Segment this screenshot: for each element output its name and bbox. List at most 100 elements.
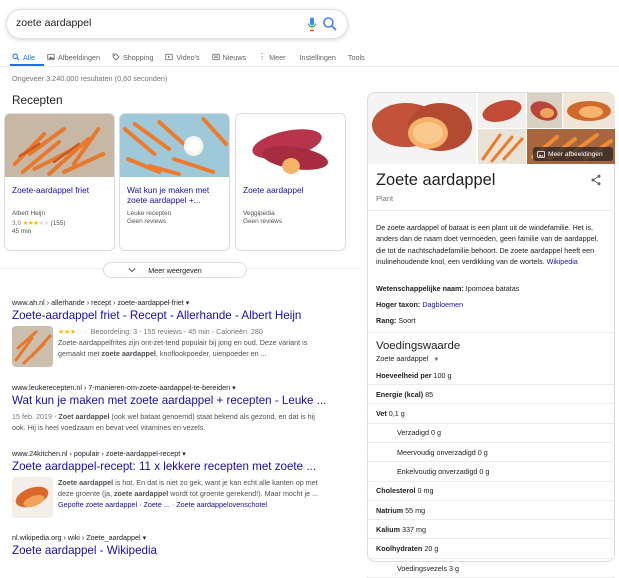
- share-icon[interactable]: [590, 174, 602, 186]
- nutrition-value: 0 g: [477, 447, 488, 457]
- kp-image[interactable]: [527, 93, 562, 128]
- recipe-title[interactable]: Wat kun je maken met zoete aardappel +..…: [127, 185, 223, 205]
- show-more-button[interactable]: Meer weergeven: [103, 262, 247, 278]
- kp-fact: Wetenschappelijke naam: Ipomoea batatas: [376, 284, 520, 293]
- nutrition-label: Enkelvoudig onverzadigd: [397, 467, 478, 476]
- search-box[interactable]: zoete aardappel: [6, 9, 348, 39]
- tab-alle[interactable]: Alle: [12, 50, 35, 64]
- recipe-title[interactable]: Zoete aardappel: [243, 185, 339, 195]
- result-title[interactable]: Wat kun je maken met zoete aardappel + r…: [12, 394, 326, 407]
- result-snippet: 15 feb. 2019 - Zoet aardappel (ook wel b…: [12, 412, 315, 432]
- recipe-title[interactable]: Zoete-aardappel friet: [12, 185, 108, 195]
- rating-empty-stars: ★★: [38, 220, 49, 227]
- result-title[interactable]: Zoete aardappel-recept: 11 x lekkere rec…: [12, 460, 316, 473]
- nutrition-row: Voedingsvezels 3 g: [367, 559, 615, 578]
- kp-fact: Rang: Soort: [376, 316, 416, 325]
- nutrition-value: 20 g: [424, 544, 439, 554]
- result-stats: Ongeveer 3.240.000 resultaten (0,60 seco…: [12, 74, 168, 83]
- image-icon: [537, 150, 545, 158]
- recipe-image: [120, 114, 229, 177]
- kp-fact: Hoger taxon: Dagbloemen: [376, 300, 464, 309]
- nutrition-row: Kalium 337 mg: [367, 520, 615, 540]
- kp-title: Zoete aardappel: [376, 171, 496, 189]
- recipe-reviews: Geen reviews: [127, 218, 167, 225]
- more-images-button[interactable]: Meer afbeeldingen: [533, 147, 613, 161]
- search-tabs: Alle Afbeeldingen Shopping Video's Nieuw…: [12, 50, 365, 64]
- recipes-heading: Recepten: [12, 93, 63, 107]
- divider: [367, 332, 615, 333]
- kp-image[interactable]: [478, 129, 526, 164]
- nutrition-selector[interactable]: Zoete aardappel ▼: [376, 354, 439, 363]
- kp-subtitle: Plant: [376, 194, 394, 203]
- tab-shopping[interactable]: Shopping: [112, 50, 153, 64]
- nutrition-value: 0 g: [430, 428, 441, 438]
- nutrition-label: Cholesterol: [376, 486, 416, 496]
- rating-stars: ★★★: [22, 220, 39, 227]
- tab-meer[interactable]: ⋮ Meer: [258, 50, 285, 64]
- nutrition-value: 0 mg: [417, 486, 434, 496]
- sitelink[interactable]: Zoete aardappelovenschotel: [176, 500, 267, 509]
- result-cite[interactable]: www.leukerecepten.nl › 7-manieren-om-zoe…: [12, 383, 236, 392]
- nutrition-value: 85: [425, 389, 434, 399]
- result-title[interactable]: Zoete aardappel - Wikipedia: [12, 544, 157, 557]
- result-cite[interactable]: nl.wikipedia.org › wiki › Zoete_aardappe…: [12, 533, 146, 542]
- tab-tools[interactable]: Tools: [348, 50, 365, 64]
- result-cite[interactable]: www.ah.nl › allerhande › recept › zoete-…: [12, 298, 189, 307]
- more-icon: ⋮: [258, 52, 267, 61]
- result-cite[interactable]: www.24kitchen.nl › populair › zoete-aard…: [12, 449, 186, 458]
- tab-instellingen[interactable]: Instellingen: [300, 50, 336, 64]
- nutrition-row: Koolhydraten 20 g: [367, 540, 615, 559]
- search-icon: [12, 53, 20, 61]
- tab-afbeeldingen[interactable]: Afbeeldingen: [47, 50, 100, 64]
- result-image: [12, 326, 53, 367]
- result-image: [12, 477, 53, 518]
- nutrition-label: Hoeveelheid per: [376, 370, 432, 380]
- nutrition-row: Cholesterol 0 mg: [367, 482, 615, 501]
- kp-image[interactable]: [478, 93, 526, 128]
- result-thumbnail[interactable]: [12, 326, 53, 367]
- recipe-card[interactable]: Wat kun je maken met zoete aardappel +..…: [119, 113, 230, 251]
- nutrition-label: Koolhydraten: [376, 544, 423, 554]
- nutrition-value: 55 mg: [405, 505, 426, 515]
- image-icon: [47, 53, 55, 61]
- nutrition-value: 100 g: [433, 370, 452, 380]
- kp-main-image[interactable]: [368, 93, 476, 164]
- recipe-source: Albert Heijn: [12, 210, 46, 217]
- nutrition-value: 337 mg: [401, 524, 426, 534]
- nutrition-heading: Voedingswaarde: [376, 340, 461, 352]
- video-icon: [165, 53, 173, 61]
- search-icon[interactable]: [322, 16, 338, 32]
- tab-nieuws[interactable]: Nieuws: [211, 50, 246, 64]
- result-thumbnail[interactable]: [12, 477, 53, 518]
- nutrition-row: Natrium 55 mg: [367, 501, 615, 521]
- microphone-icon[interactable]: [307, 17, 317, 32]
- recipe-time: 45 min: [12, 228, 32, 235]
- nutrition-value: 0 g: [479, 467, 490, 476]
- tab-videos[interactable]: Video's: [165, 50, 200, 64]
- sitelink[interactable]: Gepofte zoete aardappel: [58, 500, 137, 509]
- nutrition-label: Meervoudig onverzadigd: [397, 447, 476, 457]
- kp-image[interactable]: [563, 93, 615, 128]
- search-input[interactable]: zoete aardappel: [16, 17, 91, 29]
- recipe-card[interactable]: Zoete-aardappel friet Albert Heijn 3,0 ★…: [4, 113, 115, 251]
- nutrition-row: Vet 0,1 g: [367, 405, 615, 424]
- result-title[interactable]: Zoete-aardappel friet - Recept - Allerha…: [12, 309, 301, 322]
- wikipedia-link[interactable]: Wikipedia: [547, 257, 578, 266]
- nutrition-label: Vet: [376, 409, 387, 419]
- taxon-link[interactable]: Dagbloemen: [422, 300, 463, 309]
- nutrition-value: 3 g: [448, 563, 459, 573]
- result-rating-line: ★★★☆☆ Beoordeling: 3 - 155 reviews - 45 …: [58, 327, 263, 336]
- tag-icon: [112, 53, 120, 61]
- dropdown-arrow-icon: ▼: [433, 357, 440, 363]
- recipe-card[interactable]: Zoete aardappel Veggipedia Geen reviews: [235, 113, 346, 251]
- recipe-image: [236, 114, 345, 177]
- news-icon: [211, 53, 220, 61]
- nutrition-label: Natrium: [376, 505, 404, 515]
- kp-description: De zoete aardappel of bataat is een plan…: [376, 223, 599, 266]
- result-sitelinks: Gepofte zoete aardappel · Zoete ... · Zo…: [58, 500, 267, 509]
- nutrition-label: Kalium: [376, 524, 400, 534]
- divider: [367, 210, 615, 211]
- sitelink[interactable]: Zoete ...: [144, 500, 170, 509]
- result-snippet: Zoete aardappel is hot. En dat is niet z…: [58, 478, 319, 498]
- recipe-image: [5, 114, 114, 177]
